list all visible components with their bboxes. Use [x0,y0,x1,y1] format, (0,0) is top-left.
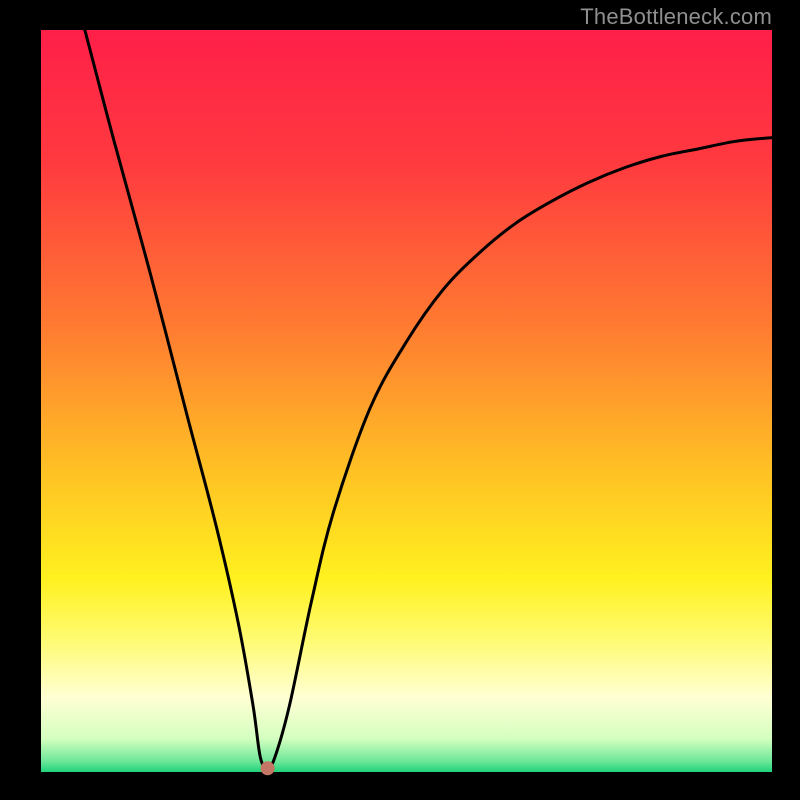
bottleneck-chart [0,0,800,800]
optimal-point-marker [261,761,275,775]
chart-stage: TheBottleneck.com [0,0,800,800]
plot-background [41,30,772,772]
